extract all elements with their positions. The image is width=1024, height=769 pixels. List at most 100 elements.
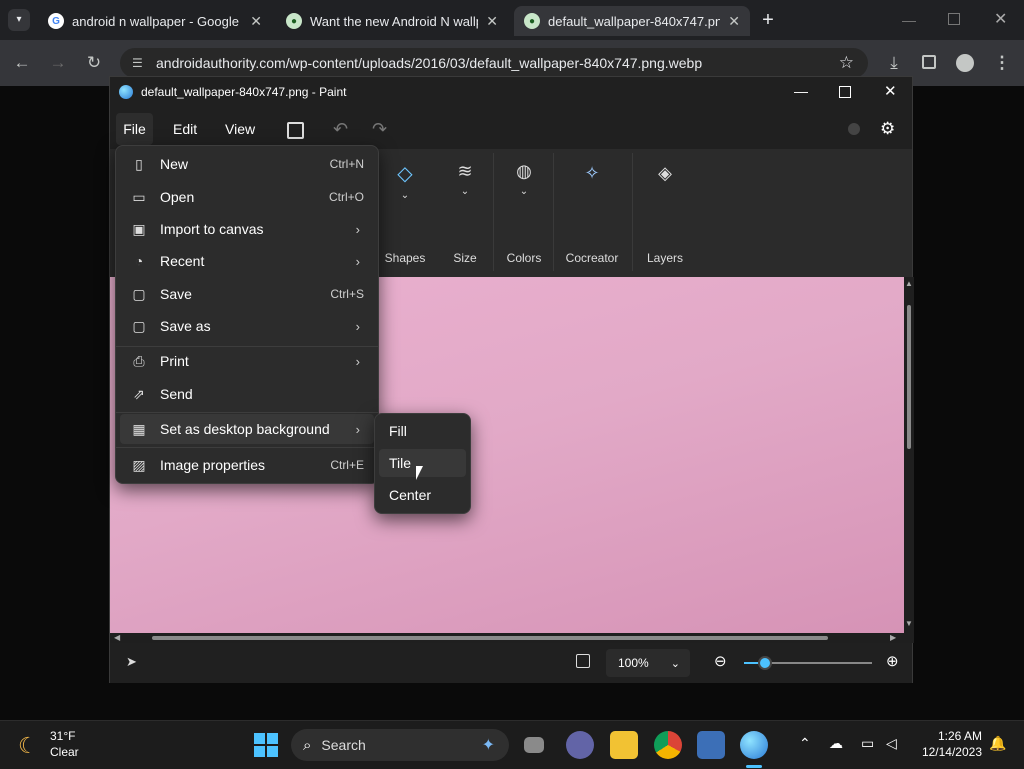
zoom-slider-thumb[interactable]	[758, 656, 772, 670]
menu-item-import-to-canvas[interactable]: ▣ Import to canvas ›	[120, 214, 374, 244]
scroll-thumb[interactable]	[907, 305, 911, 449]
menu-item-open[interactable]: ▭ Open Ctrl+O	[120, 182, 374, 212]
settings-gear-icon[interactable]: ⚙	[880, 119, 895, 139]
start-button[interactable]	[254, 733, 278, 757]
palette-icon: ◍	[516, 161, 532, 181]
menu-item-save[interactable]: ▢ Save Ctrl+S	[120, 279, 374, 309]
desktop-background-submenu: Fill Tile Center	[374, 413, 471, 514]
scroll-right-icon[interactable]: ▶	[890, 633, 896, 642]
close-icon[interactable]: ✕	[884, 82, 897, 100]
chevron-up-icon[interactable]: ⌃	[799, 735, 811, 752]
clock[interactable]: 1:26 AM 12/14/2023	[912, 729, 982, 759]
undo-icon[interactable]: ↶	[333, 119, 348, 140]
tab-search-button[interactable]: ▾	[8, 9, 30, 31]
chat-icon[interactable]	[566, 731, 594, 759]
chevron-right-icon: ›	[355, 318, 360, 334]
menu-item-recent[interactable]: ◔ Recent ›	[120, 246, 374, 276]
browser-tab-google[interactable]: G android n wallpaper - Google S ✕	[38, 6, 272, 36]
tab-title: Want the new Android N wallpa	[310, 13, 479, 29]
menu-item-new[interactable]: ▯ New Ctrl+N	[120, 149, 374, 179]
zoom-value: 100%	[618, 656, 649, 670]
maximize-icon[interactable]	[839, 86, 851, 98]
forward-icon[interactable]: →	[48, 53, 68, 73]
desktop-background-icon: ▦	[132, 420, 146, 437]
volume-icon[interactable]: ◁	[886, 735, 897, 752]
submenu-item-fill[interactable]: Fill	[379, 417, 466, 445]
layers-group[interactable]: ◈ Layers	[640, 153, 690, 273]
chrome-icon[interactable]	[654, 731, 682, 759]
download-icon[interactable]: ⤓	[884, 53, 904, 73]
submenu-item-center[interactable]: Center	[379, 481, 466, 509]
vertical-scrollbar[interactable]: ▲ ▼	[904, 277, 914, 633]
url-text: androidauthority.com/wp-content/uploads/…	[156, 55, 703, 71]
redo-icon[interactable]: ↷	[372, 119, 387, 140]
restore-icon[interactable]	[948, 13, 960, 25]
menu-item-image-properties[interactable]: ▨ Image properties Ctrl+E	[120, 450, 374, 480]
weather-widget[interactable]: ☾ 31°F Clear	[18, 729, 118, 761]
menu-item-label: Recent	[160, 253, 205, 269]
remote-desktop-icon[interactable]	[697, 731, 725, 759]
address-bar[interactable]: ☰ androidauthority.com/wp-content/upload…	[120, 48, 868, 78]
menu-file[interactable]: File	[116, 113, 153, 145]
save-icon[interactable]	[287, 122, 304, 139]
account-icon[interactable]	[848, 123, 860, 135]
cocreator-group[interactable]: ✧ Cocreator	[562, 153, 622, 273]
colors-group[interactable]: ◍ ⌄ Colors	[499, 153, 549, 273]
menu-item-print[interactable]: ⎙ Print ›	[120, 346, 374, 376]
task-view-icon[interactable]	[524, 737, 544, 753]
ribbon-divider	[553, 153, 554, 271]
bookmark-star-icon[interactable]: ☆	[839, 53, 854, 73]
paint-app-icon[interactable]	[740, 731, 768, 759]
profile-icon[interactable]	[956, 54, 974, 72]
menu-item-set-as-desktop-background[interactable]: ▦ Set as desktop background ›	[120, 414, 374, 444]
size-group[interactable]: ≋ ⌄ Size	[440, 153, 490, 273]
more-menu-icon[interactable]: ⋮	[992, 53, 1012, 73]
notification-bell-icon[interactable]: 🔔	[989, 735, 1006, 752]
zoom-select[interactable]: 100% ⌄	[606, 649, 690, 677]
minimize-icon[interactable]: —	[794, 83, 808, 99]
browser-tab-android-authority[interactable]: ● Want the new Android N wallpa ✕	[276, 6, 508, 36]
reload-icon[interactable]: ↻	[84, 53, 104, 73]
close-window-icon[interactable]: ✕	[994, 9, 1008, 28]
close-icon[interactable]: ✕	[250, 13, 262, 30]
menu-item-label: Save as	[160, 318, 211, 334]
site-info-icon[interactable]: ☰	[132, 56, 148, 70]
horizontal-scrollbar[interactable]: ◀ ▶	[110, 633, 914, 643]
zoom-slider[interactable]	[744, 656, 872, 670]
menu-edit[interactable]: Edit	[173, 113, 197, 145]
file-explorer-icon[interactable]	[610, 731, 638, 759]
sparkle-icon: ✧	[584, 163, 600, 183]
shapes-group[interactable]: ◇ ⌄ Shapes	[380, 153, 430, 273]
back-icon[interactable]: ←	[12, 53, 32, 73]
clock-icon: ◔	[134, 253, 144, 269]
windows-logo-icon	[254, 733, 265, 744]
zoom-out-icon[interactable]: ⊖	[714, 652, 727, 670]
browser-tab-wallpaper[interactable]: ● default_wallpaper-840x747.png ✕	[514, 6, 750, 36]
scroll-up-icon[interactable]: ▲	[905, 279, 913, 288]
network-icon[interactable]: ▭	[861, 735, 874, 752]
scroll-down-icon[interactable]: ▼	[905, 619, 913, 628]
menu-view[interactable]: View	[225, 113, 255, 145]
menu-item-save-as[interactable]: ▢ Save as ›	[120, 311, 374, 341]
close-icon[interactable]: ✕	[728, 13, 740, 30]
menu-divider	[116, 447, 378, 448]
new-file-icon: ▯	[135, 155, 143, 172]
fit-to-window-icon[interactable]	[576, 654, 590, 668]
minimize-icon[interactable]: —	[902, 12, 916, 28]
close-icon[interactable]: ✕	[486, 13, 498, 30]
new-tab-button[interactable]: +	[758, 8, 778, 32]
zoom-in-icon[interactable]: ⊕	[886, 652, 899, 670]
scroll-thumb[interactable]	[152, 636, 828, 640]
taskbar-search[interactable]: ⌕ Search ✦	[291, 729, 509, 761]
time: 1:26 AM	[937, 729, 982, 743]
menu-item-label: Set as desktop background	[160, 421, 330, 437]
scroll-left-icon[interactable]: ◀	[114, 633, 120, 642]
onedrive-icon[interactable]: ☁	[829, 735, 843, 752]
chevron-down-icon: ⌄	[670, 657, 680, 670]
android-authority-icon: ●	[286, 13, 302, 29]
ribbon-divider	[632, 153, 633, 271]
side-panel-icon[interactable]	[922, 55, 936, 69]
menu-item-send[interactable]: ⇗ Send	[120, 379, 374, 409]
weather-desc: Clear	[50, 745, 79, 759]
tab-title: default_wallpaper-840x747.png	[548, 13, 721, 29]
